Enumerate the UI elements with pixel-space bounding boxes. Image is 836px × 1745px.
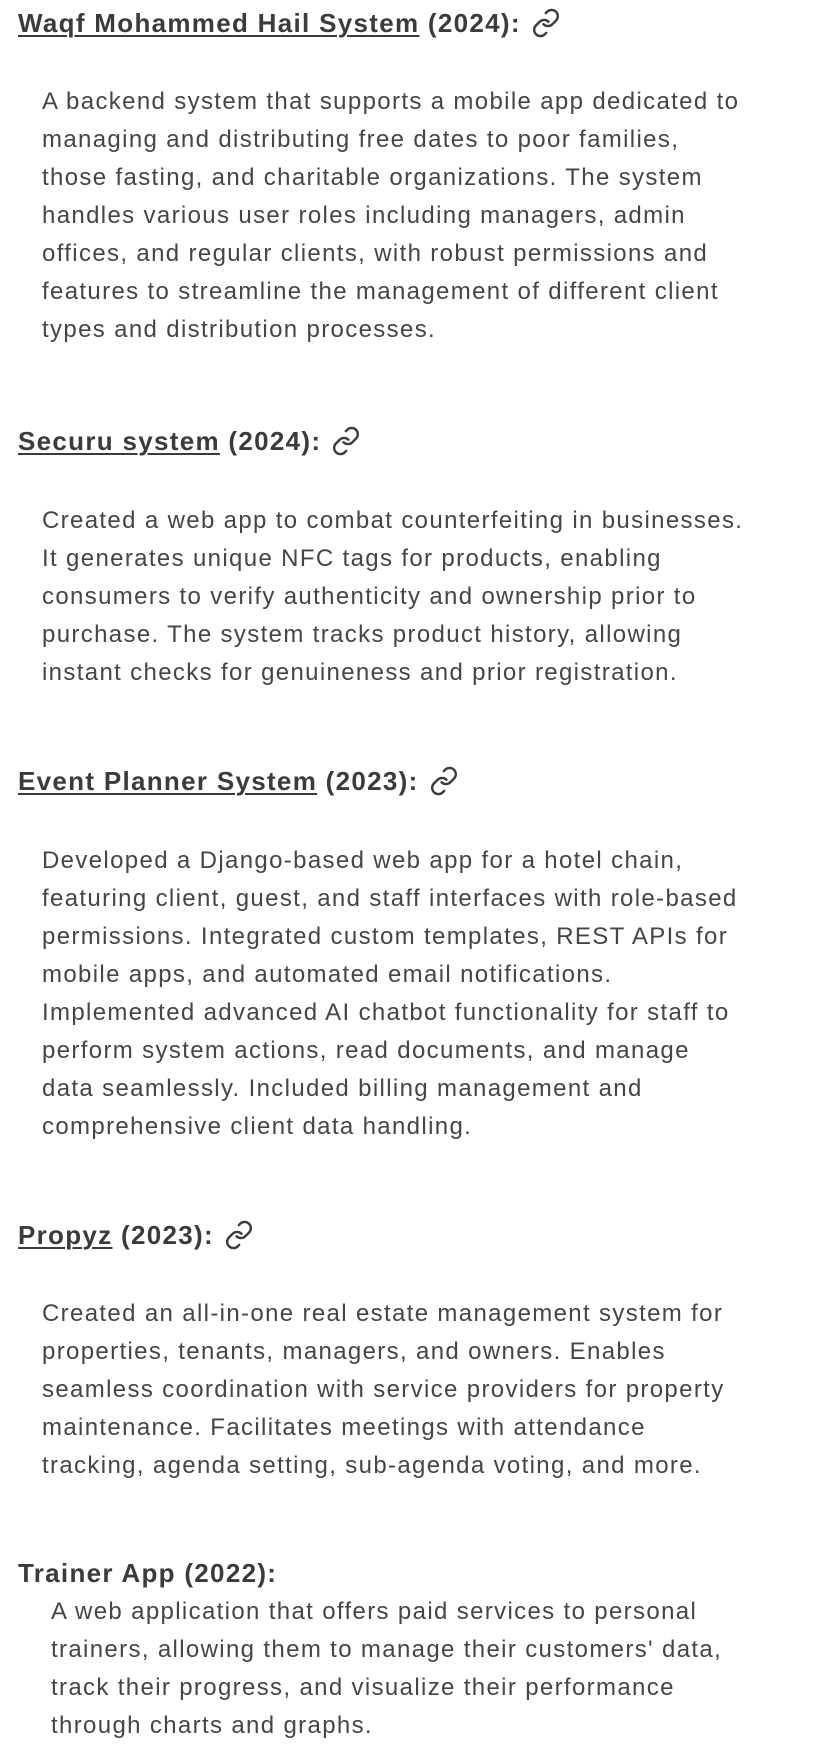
project-trainer-app: Trainer App (2022):	[18, 1554, 836, 1592]
project-title: Event Planner System (2023):	[18, 762, 836, 800]
link-icon[interactable]	[331, 426, 361, 456]
project-description: Developed a Django-based web app for a h…	[42, 847, 738, 1140]
project-waqf: Waqf Mohammed Hail System (2024):	[18, 4, 836, 42]
project-securu: Securu system (2024):	[18, 422, 836, 460]
project-name: Trainer App	[18, 1558, 176, 1588]
project-title: Waqf Mohammed Hail System (2024):	[18, 4, 836, 42]
project-description: Created a web app to combat counterfeiti…	[42, 507, 744, 686]
project-name-link[interactable]: Securu system	[18, 426, 220, 456]
link-icon[interactable]	[531, 8, 561, 38]
project-propyz: Propyz (2023):	[18, 1216, 836, 1254]
project-event-planner: Event Planner System (2023):	[18, 762, 836, 800]
project-description: A backend system that supports a mobile …	[42, 88, 740, 343]
project-title: Trainer App (2022):	[18, 1554, 836, 1592]
project-description: Created an all-in-one real estate manage…	[42, 1300, 725, 1479]
projects-page: Waqf Mohammed Hail System (2024): A back…	[0, 0, 836, 1744]
project-name-link[interactable]: Propyz	[18, 1220, 112, 1250]
project-year: (2024):	[219, 426, 322, 456]
project-year: (2023):	[112, 1220, 214, 1250]
project-title: Propyz (2023):	[18, 1216, 836, 1254]
project-description: A web application that offers paid servi…	[51, 1598, 723, 1739]
link-icon[interactable]	[224, 1220, 254, 1250]
project-year: (2022):	[175, 1558, 278, 1588]
project-year: (2023):	[317, 766, 419, 796]
project-year: (2024):	[419, 8, 521, 38]
link-icon[interactable]	[429, 766, 459, 796]
project-title: Securu system (2024):	[18, 422, 836, 460]
project-name-link[interactable]: Waqf Mohammed Hail System	[18, 8, 419, 38]
project-name-link[interactable]: Event Planner System	[18, 766, 317, 796]
